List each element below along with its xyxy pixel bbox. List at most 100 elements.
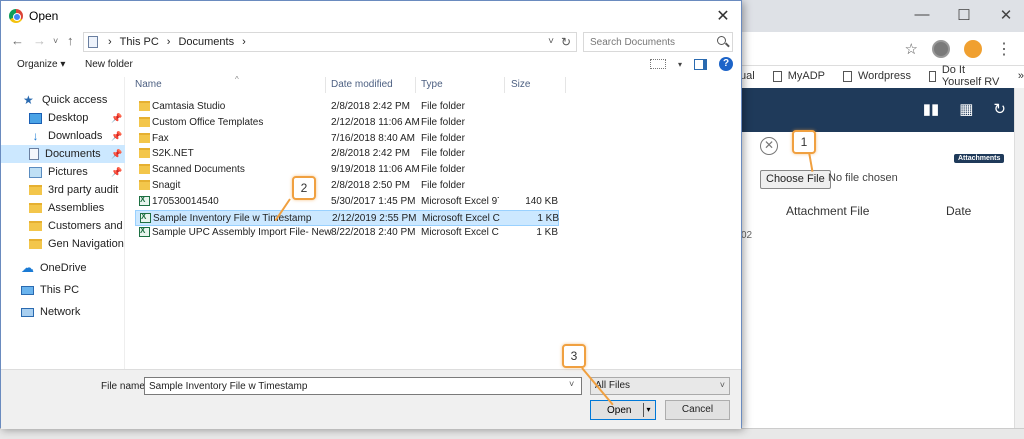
column-header-name[interactable]: ^ Name: [135, 75, 239, 90]
documents-icon: [29, 148, 39, 160]
file-name: Sample Inventory File w Timestamp: [153, 212, 312, 224]
dialog-titlebar: Open ✕: [1, 1, 741, 31]
column-header-size[interactable]: Size: [511, 79, 530, 90]
open-button[interactable]: Open ▾: [590, 400, 656, 420]
file-date: 2/12/2019 2:55 PM: [332, 212, 417, 224]
partial-text: 02: [741, 230, 753, 241]
nav-item-this-pc[interactable]: This PC: [1, 281, 125, 299]
file-date: 2/8/2018 2:50 PM: [331, 180, 410, 191]
nav-item-customers[interactable]: Customers and Sup: [1, 217, 125, 235]
nav-item-downloads[interactable]: ↓ Downloads 📌: [1, 127, 125, 145]
app-header: ▮▮ ▦ ↻: [740, 88, 1024, 132]
chrome-icon: [9, 9, 23, 23]
file-name: Sample UPC Assembly Import File- New ...: [152, 227, 332, 239]
chart-icon[interactable]: ▮▮: [923, 100, 940, 118]
file-row[interactable]: Camtasia Studio 2/8/2018 2:42 PM File fold…: [135, 99, 559, 115]
bookmarks-more[interactable]: »: [1018, 70, 1024, 82]
folder-icon: [139, 116, 150, 127]
new-folder-button[interactable]: New folder: [85, 59, 133, 70]
nav-item-documents[interactable]: Documents 📌: [1, 145, 125, 163]
search-input[interactable]: Search Documents: [590, 37, 675, 48]
help-icon[interactable]: ?: [719, 57, 733, 71]
column-header-type[interactable]: Type: [421, 79, 443, 90]
nav-item-label: Gen Navigation: [48, 238, 124, 250]
file-row[interactable]: Scanned Documents 9/19/2018 11:06 AM File …: [135, 162, 559, 178]
file-type: File folder: [421, 180, 465, 191]
breadcrumb-this-pc[interactable]: This PC: [120, 36, 159, 48]
cancel-button[interactable]: Cancel: [665, 400, 730, 420]
column-divider[interactable]: [415, 77, 416, 93]
browser-menu-icon[interactable]: ⋮: [996, 39, 1012, 59]
file-date: 8/22/2018 2:40 PM: [331, 227, 416, 239]
nav-item-onedrive[interactable]: ☁ OneDrive: [1, 259, 125, 277]
column-divider[interactable]: [504, 77, 505, 93]
file-type: Microsoft Excel C...: [421, 227, 499, 239]
file-row[interactable]: Sample UPC Assembly Import File- New ...…: [135, 225, 559, 241]
nav-item-pictures[interactable]: Pictures 📌: [1, 163, 125, 181]
page-scrollbar[interactable]: [1014, 88, 1024, 439]
bookmark-diy-rv[interactable]: Do It Yourself RV: [928, 64, 1000, 88]
extension-icon[interactable]: [932, 40, 950, 58]
file-name: Camtasia Studio: [152, 101, 226, 112]
file-row[interactable]: Snagit 2/8/2018 2:50 PM File folder: [135, 178, 559, 194]
file-row[interactable]: Sample Inventory File w Timestamp 2/12/20…: [135, 209, 559, 226]
column-header-date[interactable]: Date modified: [331, 79, 393, 90]
change-view-icon[interactable]: [649, 59, 666, 69]
file-size: 140 KB: [525, 195, 558, 207]
chevron-down-icon[interactable]: ˅: [569, 379, 574, 389]
minimize-button[interactable]: —: [912, 6, 932, 24]
profile-icon[interactable]: [964, 40, 982, 58]
column-divider[interactable]: [565, 77, 566, 93]
back-arrow-icon[interactable]: ←: [11, 33, 24, 48]
callout-2: 2: [292, 176, 316, 200]
refresh-icon[interactable]: ↻: [993, 100, 1006, 118]
search-box[interactable]: Search Documents: [583, 32, 733, 52]
nav-item-network[interactable]: Network: [1, 303, 125, 321]
dialog-close-button[interactable]: ✕: [713, 6, 733, 26]
close-icon[interactable]: ✕: [760, 137, 778, 155]
breadcrumb-separator: ›: [166, 36, 171, 48]
bookmark-wordpress[interactable]: Wordpress: [842, 70, 911, 82]
nav-item-quick-access[interactable]: ★ Quick access: [1, 91, 125, 109]
forward-arrow-icon[interactable]: →: [33, 33, 46, 48]
preview-pane-icon[interactable]: [694, 58, 707, 70]
organize-button[interactable]: Organize ▾: [17, 59, 65, 70]
file-size: 1 KB: [537, 212, 559, 224]
bookmark-myadp[interactable]: MyADP: [772, 70, 825, 82]
nav-item-desktop[interactable]: Desktop 📌: [1, 109, 125, 127]
recent-locations-icon[interactable]: ˅: [53, 36, 58, 46]
up-arrow-icon[interactable]: ↑: [67, 33, 74, 48]
open-options-icon[interactable]: ▾: [643, 403, 653, 417]
file-type: Microsoft Excel C...: [422, 212, 500, 224]
file-type-select[interactable]: All Files ˅: [590, 377, 730, 395]
address-bar[interactable]: › This PC › Documents › ˅ ↻: [83, 32, 577, 52]
file-type: File folder: [421, 101, 465, 112]
file-row[interactable]: Fax 7/16/2018 8:40 AM File folder: [135, 131, 559, 147]
chevron-down-icon[interactable]: ˅: [548, 36, 554, 47]
nav-item-gen-navigation[interactable]: Gen Navigation: [1, 235, 125, 253]
file-name-input[interactable]: [144, 377, 582, 395]
file-row[interactable]: Custom Office Templates 2/12/2018 11:06 A…: [135, 115, 559, 131]
column-divider[interactable]: [325, 77, 326, 93]
file-date: 7/16/2018 8:40 AM: [331, 132, 415, 144]
grid-icon[interactable]: ▦: [959, 100, 973, 118]
folder-icon: [139, 148, 150, 159]
file-name: Fax: [152, 132, 169, 144]
bookmark-partial[interactable]: ual: [740, 70, 755, 82]
bookmark-star-icon[interactable]: ☆: [905, 40, 918, 58]
maximize-button[interactable]: ☐: [954, 6, 974, 24]
breadcrumb-documents[interactable]: Documents: [178, 36, 234, 48]
pictures-icon: [29, 166, 42, 178]
nav-item-label: Customers and Sup: [48, 220, 125, 232]
browser-toolbar-icons: ☆ ⋮: [905, 39, 1012, 59]
view-options-icon[interactable]: ▾: [678, 60, 682, 69]
close-window-button[interactable]: ✕: [996, 6, 1016, 24]
file-type: File folder: [421, 148, 465, 160]
nav-item-3rd-party-audit[interactable]: 3rd party audit: [1, 181, 125, 199]
file-row[interactable]: 1705300145405/30/2017 1:45 PMMicrosoft E…: [135, 194, 559, 210]
nav-item-assemblies[interactable]: Assemblies: [1, 199, 125, 217]
file-name: Scanned Documents: [152, 164, 245, 176]
file-row[interactable]: S2K.NET 2/8/2018 2:42 PM File folder: [135, 146, 559, 162]
refresh-icon[interactable]: ↻: [561, 35, 571, 49]
choose-file-button[interactable]: Choose File: [760, 170, 831, 189]
